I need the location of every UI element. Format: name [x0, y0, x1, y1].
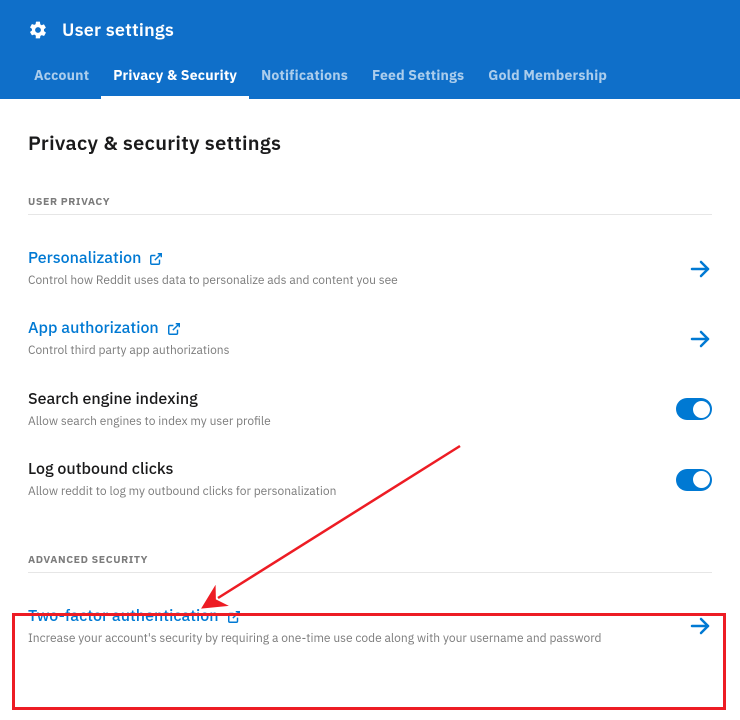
setting-desc: Allow search engines to index my user pr… [28, 413, 656, 430]
arrow-right-icon[interactable] [688, 257, 712, 281]
setting-search-engine-indexing: Search engine indexing Allow search engi… [28, 376, 712, 446]
gear-icon [28, 20, 48, 40]
setting-title-label: Search engine indexing [28, 389, 198, 409]
advanced-security-section: ADVANCED SECURITY Two-factor authenticat… [28, 552, 712, 663]
external-link-icon [149, 251, 163, 265]
setting-desc: Control third party app authorizations [28, 342, 668, 359]
setting-text: App authorization Control third party ap… [28, 318, 688, 359]
setting-title-two-factor-authentication[interactable]: Two-factor authentication [28, 606, 668, 626]
setting-desc: Control how Reddit uses data to personal… [28, 272, 668, 289]
setting-text: Search engine indexing Allow search engi… [28, 389, 676, 430]
header-title-row: User settings [0, 0, 740, 53]
setting-text: Two-factor authentication Increase your … [28, 606, 688, 647]
settings-content: Privacy & security settings USER PRIVACY… [0, 99, 740, 663]
tab-privacy-security[interactable]: Privacy & Security [101, 53, 249, 99]
setting-title-log-outbound-clicks: Log outbound clicks [28, 459, 656, 479]
external-link-icon [167, 321, 181, 335]
tab-feed-settings[interactable]: Feed Settings [360, 53, 476, 99]
arrow-right-icon[interactable] [688, 327, 712, 351]
setting-title-label: Log outbound clicks [28, 459, 173, 479]
setting-text: Personalization Control how Reddit uses … [28, 248, 688, 289]
setting-text: Log outbound clicks Allow reddit to log … [28, 459, 676, 500]
section-header-user-privacy: USER PRIVACY [28, 194, 712, 215]
page-header-title: User settings [62, 18, 174, 41]
setting-desc: Allow reddit to log my outbound clicks f… [28, 483, 656, 500]
section-header-advanced-security: ADVANCED SECURITY [28, 552, 712, 573]
settings-header: User settings Account Privacy & Security… [0, 0, 740, 99]
settings-tabs: Account Privacy & Security Notifications… [0, 53, 740, 99]
setting-title-label: Two-factor authentication [28, 606, 219, 626]
setting-two-factor-authentication[interactable]: Two-factor authentication Increase your … [28, 593, 712, 663]
setting-title-label: Personalization [28, 248, 141, 268]
setting-title-app-authorization[interactable]: App authorization [28, 318, 668, 338]
setting-desc: Increase your account's security by requ… [28, 630, 668, 647]
setting-log-outbound-clicks: Log outbound clicks Allow reddit to log … [28, 446, 712, 516]
setting-title-label: App authorization [28, 318, 159, 338]
setting-title-personalization[interactable]: Personalization [28, 248, 668, 268]
toggle-log-outbound-clicks[interactable] [676, 469, 712, 491]
setting-app-authorization[interactable]: App authorization Control third party ap… [28, 305, 712, 375]
external-link-icon [227, 609, 241, 623]
setting-personalization[interactable]: Personalization Control how Reddit uses … [28, 235, 712, 305]
arrow-right-icon[interactable] [688, 614, 712, 638]
tab-notifications[interactable]: Notifications [249, 53, 360, 99]
tab-account[interactable]: Account [22, 53, 101, 99]
setting-title-search-engine-indexing: Search engine indexing [28, 389, 656, 409]
tab-gold-membership[interactable]: Gold Membership [476, 53, 619, 99]
toggle-search-engine-indexing[interactable] [676, 398, 712, 420]
page-title: Privacy & security settings [28, 129, 712, 156]
